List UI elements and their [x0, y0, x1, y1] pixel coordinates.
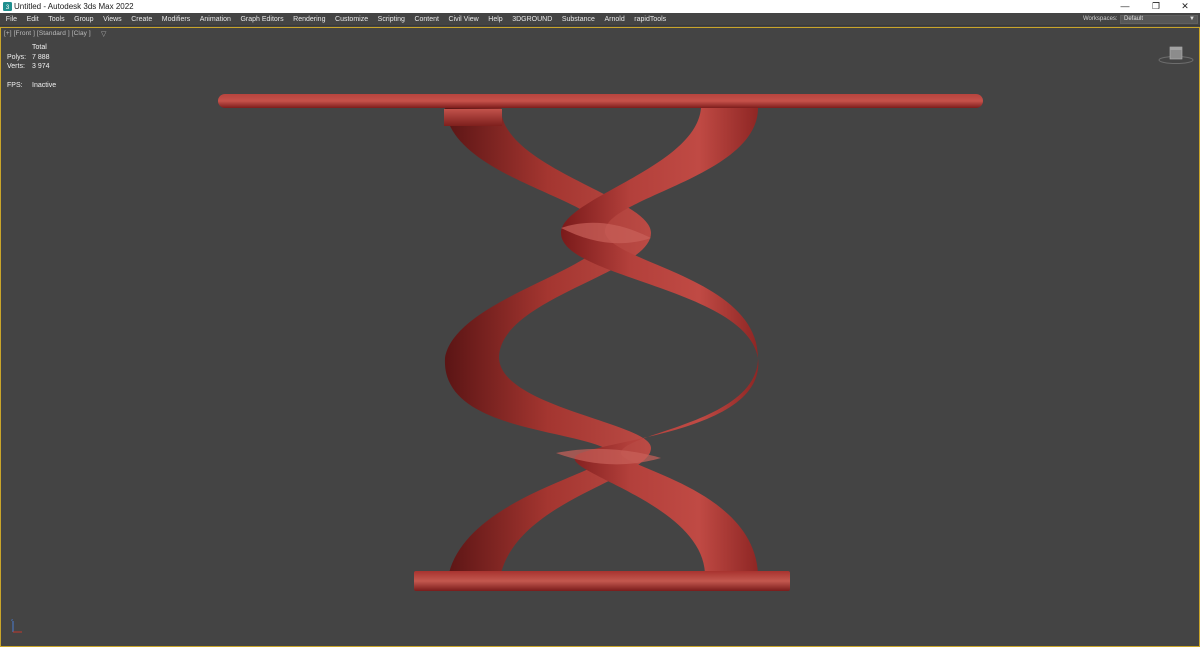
base-plate: [414, 571, 790, 591]
leg-ribbon-front: [561, 108, 759, 573]
polys-value: 7 888: [32, 53, 50, 61]
menu-civil-view[interactable]: Civil View: [445, 13, 483, 26]
svg-text:z: z: [11, 618, 13, 622]
restore-button[interactable]: ❐: [1141, 0, 1171, 13]
menu-views[interactable]: Views: [99, 13, 125, 26]
tabletop: [218, 94, 983, 108]
chevron-down-icon: ▼: [1189, 16, 1195, 22]
filter-icon[interactable]: ▽: [101, 30, 106, 38]
verts-value: 3 974: [32, 63, 50, 70]
axis-tripod-icon: z: [11, 618, 22, 633]
menu-edit[interactable]: Edit: [23, 13, 43, 26]
menu-create[interactable]: Create: [127, 13, 156, 26]
title-bar: 3 Untitled - Autodesk 3ds Max 2022 — ❐ ✕: [0, 0, 1200, 13]
menu-group[interactable]: Group: [70, 13, 97, 26]
menu-graph-editors[interactable]: Graph Editors: [237, 13, 288, 26]
menu-rendering[interactable]: Rendering: [289, 13, 329, 26]
close-button[interactable]: ✕: [1170, 0, 1200, 13]
menu-substance[interactable]: Substance: [558, 13, 599, 26]
viewport-label[interactable]: [+] [Front ] [Standard ] [Clay ]: [4, 30, 91, 37]
fps-label: FPS:: [7, 82, 23, 89]
twisted-table-model[interactable]: [1, 28, 1199, 646]
menu-arnold[interactable]: Arnold: [601, 13, 629, 26]
front-viewport[interactable]: [+] [Front ] [Standard ] [Clay ] ▽ Total…: [0, 27, 1200, 647]
menu-help[interactable]: Help: [484, 13, 506, 26]
svg-text:3: 3: [6, 4, 10, 11]
leg-ribbon-back: [444, 108, 651, 573]
menu-scripting[interactable]: Scripting: [374, 13, 409, 26]
window-title: Untitled - Autodesk 3ds Max 2022: [14, 2, 134, 11]
minimize-button[interactable]: —: [1110, 0, 1140, 13]
app-window: 3 Untitled - Autodesk 3ds Max 2022 — ❐ ✕…: [0, 0, 1200, 647]
menu-modifiers[interactable]: Modifiers: [158, 13, 194, 26]
viewcube-icon[interactable]: [1157, 44, 1195, 66]
menu-file[interactable]: File: [2, 13, 21, 26]
menu-tools[interactable]: Tools: [44, 13, 68, 26]
3dsmax-app-icon: 3: [3, 2, 12, 11]
top-mount-block: [444, 109, 502, 126]
menu-bar: File Edit Tools Group Views Create Modif…: [0, 13, 1200, 26]
stats-total-header: Total: [32, 44, 47, 51]
workspaces-label: Workspaces:: [1083, 16, 1118, 22]
menu-customize[interactable]: Customize: [331, 13, 372, 26]
polys-label: Polys:: [7, 53, 27, 61]
workspace-value: Default: [1124, 16, 1144, 22]
menu-content[interactable]: Content: [411, 13, 443, 26]
fps-value: Inactive: [32, 82, 57, 89]
verts-label: Verts:: [7, 63, 25, 70]
menu-items: File Edit Tools Group Views Create Modif…: [2, 13, 670, 26]
menu-3dground[interactable]: 3DGROUND: [508, 13, 556, 26]
menu-animation[interactable]: Animation: [196, 13, 235, 26]
workspace-dropdown[interactable]: Default ▼: [1120, 15, 1198, 24]
menu-rapidtools[interactable]: rapidTools: [630, 13, 670, 26]
